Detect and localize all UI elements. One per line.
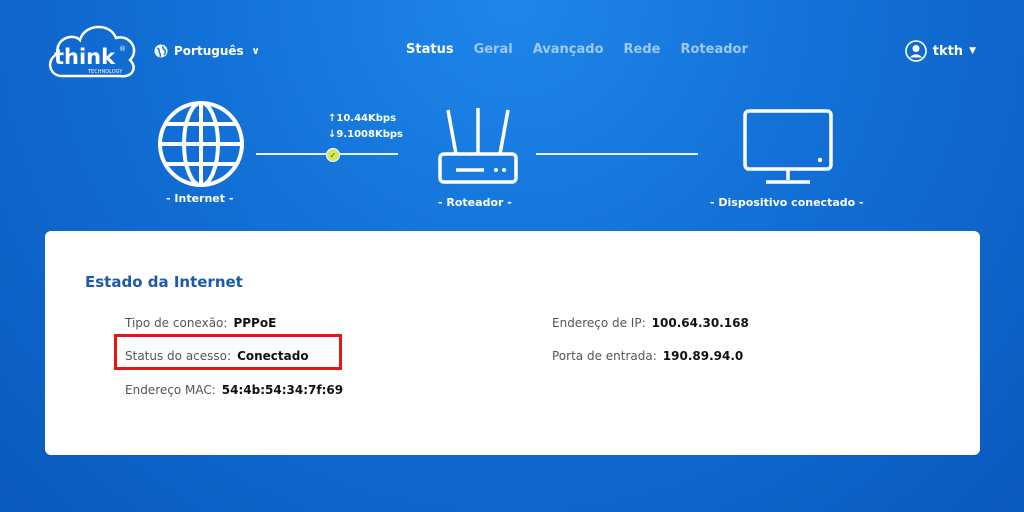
internet-status-card: Estado da Internet Tipo de conexão: PPPo… xyxy=(45,231,980,455)
internet-label: - Internet - xyxy=(166,192,234,205)
link-ok-check-icon: ✓ xyxy=(326,148,340,162)
logo-subtext: TECHNOLOGY xyxy=(87,69,123,75)
connection-type-row: Tipo de conexão: PPPoE xyxy=(125,316,276,330)
caret-down-icon: ▼ xyxy=(969,46,976,56)
globe-icon xyxy=(154,44,168,58)
user-avatar-icon xyxy=(904,40,927,62)
access-status-highlight-box xyxy=(114,334,342,370)
device-label: - Dispositivo conectado - xyxy=(710,196,864,209)
username: tkth xyxy=(932,43,964,59)
language-label: Português xyxy=(174,44,244,58)
gateway-row: Porta de entrada: 190.89.94.0 xyxy=(552,349,743,363)
user-menu[interactable]: tkth ▼ xyxy=(904,40,976,62)
upload-speed: ↑10.44Kbps xyxy=(328,113,397,124)
router-device-link xyxy=(536,153,698,155)
tab-status[interactable]: Status xyxy=(406,42,454,57)
logo-registered: ® xyxy=(119,45,126,53)
connection-type-label: Tipo de conexão: xyxy=(125,316,228,330)
gateway-value: 190.89.94.0 xyxy=(662,349,744,363)
download-speed: ↓9.1008Kbps xyxy=(328,129,403,140)
ip-address-label: Endereço de IP: xyxy=(552,316,646,330)
router-icon[interactable] xyxy=(436,106,520,188)
tab-avancado[interactable]: Avançado xyxy=(533,42,604,57)
tab-geral[interactable]: Geral xyxy=(474,42,513,57)
speed-readout: ↑10.44Kbps ↓9.1008Kbps xyxy=(328,111,403,143)
tab-roteador[interactable]: Roteador xyxy=(680,42,747,57)
ip-address-row: Endereço de IP: 100.64.30.168 xyxy=(552,316,749,330)
connection-type-value: PPPoE xyxy=(233,316,277,330)
main-nav: Status Geral Avançado Rede Roteador xyxy=(406,42,768,57)
language-selector[interactable]: Português ∨ xyxy=(154,44,260,58)
mac-address-label: Endereço MAC: xyxy=(125,383,216,397)
think-logo: think TECHNOLOGY ® xyxy=(44,20,140,84)
mac-address-value: 54:4b:54:34:7f:69 xyxy=(221,383,344,397)
logo-text: think xyxy=(54,45,116,69)
tab-rede[interactable]: Rede xyxy=(624,42,661,57)
chevron-down-icon: ∨ xyxy=(251,45,260,57)
ip-address-value: 100.64.30.168 xyxy=(651,316,749,330)
card-title: Estado da Internet xyxy=(85,273,243,291)
mac-address-row: Endereço MAC: 54:4b:54:34:7f:69 xyxy=(125,383,343,397)
connected-device-monitor-icon[interactable] xyxy=(742,108,834,186)
internet-globe-icon[interactable] xyxy=(156,99,246,189)
router-label: - Roteador - xyxy=(438,196,512,209)
gateway-label: Porta de entrada: xyxy=(552,349,657,363)
